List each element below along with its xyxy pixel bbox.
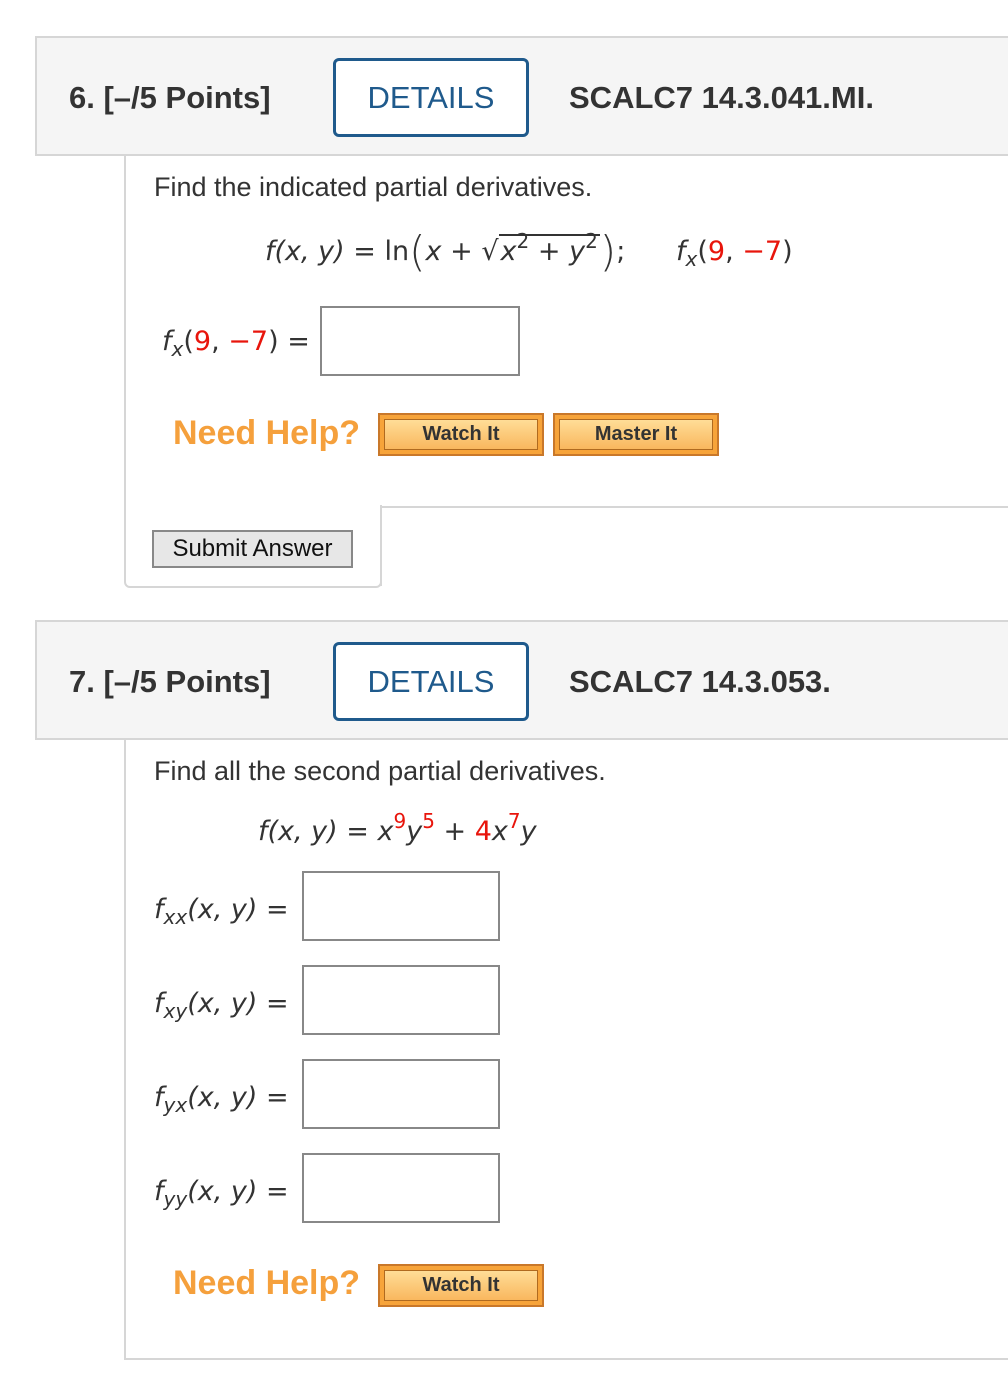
fyy-input[interactable]: [302, 1153, 500, 1223]
function-definition: f(x, y) = ln(x + √x2 + y2);: [265, 227, 626, 276]
need-help-label: Need Help?: [173, 1264, 361, 1302]
fxy-label: fxy(x, y) =: [154, 988, 289, 1023]
watch-it-button[interactable]: Watch It: [378, 1264, 544, 1307]
fxx-input[interactable]: [302, 871, 500, 941]
evaluation-point: fx(9, −7): [676, 236, 793, 271]
fyx-label: fyx(x, y) =: [154, 1082, 289, 1117]
fxx-label: fxx(x, y) =: [154, 894, 289, 929]
question-6-header: 6. [–/5 Points] DETAILS SCALC7 14.3.041.…: [35, 36, 1008, 156]
master-it-button[interactable]: Master It: [553, 413, 719, 456]
need-help-label: Need Help?: [173, 414, 361, 452]
answer-label: fx(9, −7) =: [162, 326, 310, 361]
watch-it-button[interactable]: Watch It: [378, 413, 544, 456]
details-button[interactable]: DETAILS: [333, 58, 529, 137]
points-label: [–/5 Points]: [103, 80, 271, 115]
problem-code: SCALC7 14.3.053.: [569, 664, 831, 699]
divider: [380, 506, 1008, 508]
divider: [380, 506, 382, 586]
details-button[interactable]: DETAILS: [333, 642, 529, 721]
fyx-input[interactable]: [302, 1059, 500, 1129]
question-7-header: 7. [–/5 Points] DETAILS SCALC7 14.3.053.: [35, 620, 1008, 740]
question-number: 6. [–/5 Points]: [69, 80, 271, 115]
function-definition: f(x, y) = x9y5 + 4x7y: [258, 809, 537, 847]
fxy-input[interactable]: [302, 965, 500, 1035]
answer-input[interactable]: [320, 306, 520, 376]
problem-code: SCALC7 14.3.041.MI.: [569, 80, 874, 115]
problem-prompt: Find the indicated partial derivatives.: [154, 172, 593, 202]
points-label: [–/5 Points]: [103, 664, 271, 699]
fyy-label: fyy(x, y) =: [154, 1176, 289, 1211]
problem-prompt: Find all the second partial derivatives.: [154, 756, 606, 786]
submit-answer-button[interactable]: Submit Answer: [152, 530, 353, 568]
question-number: 7. [–/5 Points]: [69, 664, 271, 699]
